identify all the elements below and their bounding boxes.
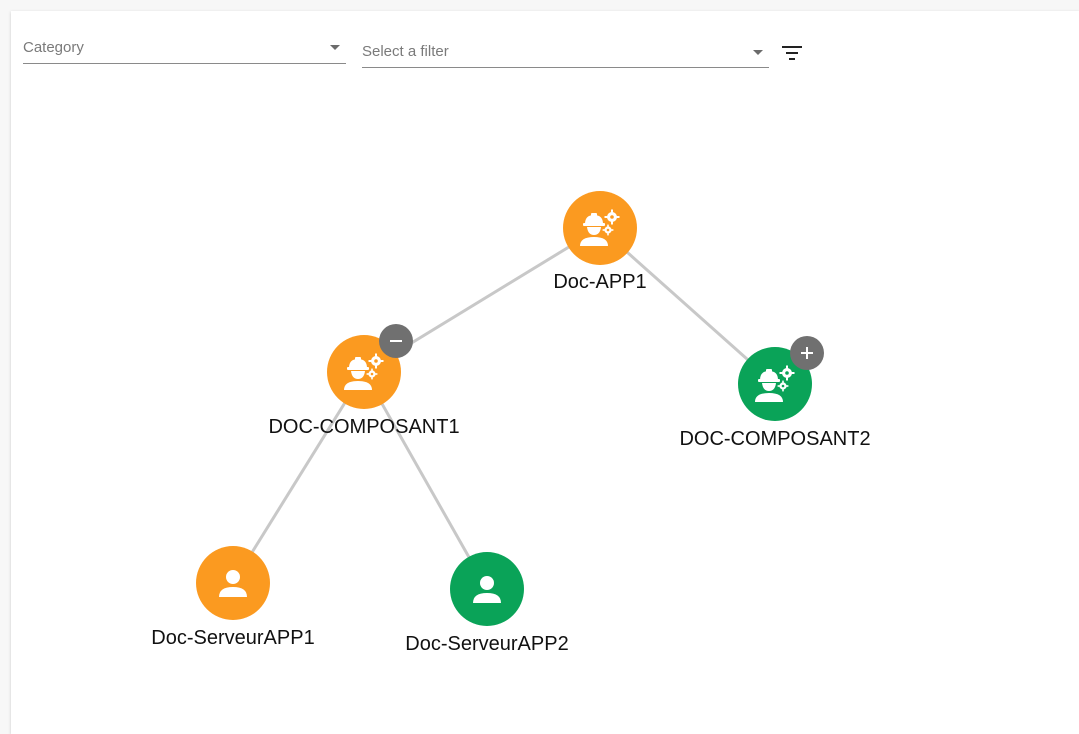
toggle-bar-horizontal [390,340,402,342]
node-label: DOC-COMPOSANT2 [679,428,870,450]
dependency-graph: Doc-APP1 DOC-COMPOSANT1 DOC-COMPOSANT2 Doc-… [151,191,871,655]
node-label: Doc-APP1 [553,271,646,293]
node-label: Doc-ServeurAPP1 [151,627,314,649]
node-doc-serveurapp2[interactable]: Doc-ServeurAPP2 [405,552,569,655]
node-doc-app1[interactable]: Doc-APP1 [553,191,647,293]
node-label: DOC-COMPOSANT1 [268,416,459,438]
node-doc-serveurapp1[interactable]: Doc-ServeurAPP1 [151,546,315,649]
edge-doc-composant1-to-doc-serveurapp1 [231,371,366,584]
toggle-bar-vertical [806,347,808,359]
edge-doc-composant1-to-doc-serveurapp2 [362,371,489,590]
node-label: Doc-ServeurAPP2 [405,633,568,655]
collapse-button[interactable] [379,324,413,358]
node-doc-composant2[interactable]: DOC-COMPOSANT2 [679,336,871,450]
expand-button[interactable] [790,336,824,370]
edges-layer [231,226,776,590]
nodes-layer: Doc-APP1 DOC-COMPOSANT1 DOC-COMPOSANT2 Doc-… [151,191,871,655]
node-doc-composant1[interactable]: DOC-COMPOSANT1 [268,324,460,438]
